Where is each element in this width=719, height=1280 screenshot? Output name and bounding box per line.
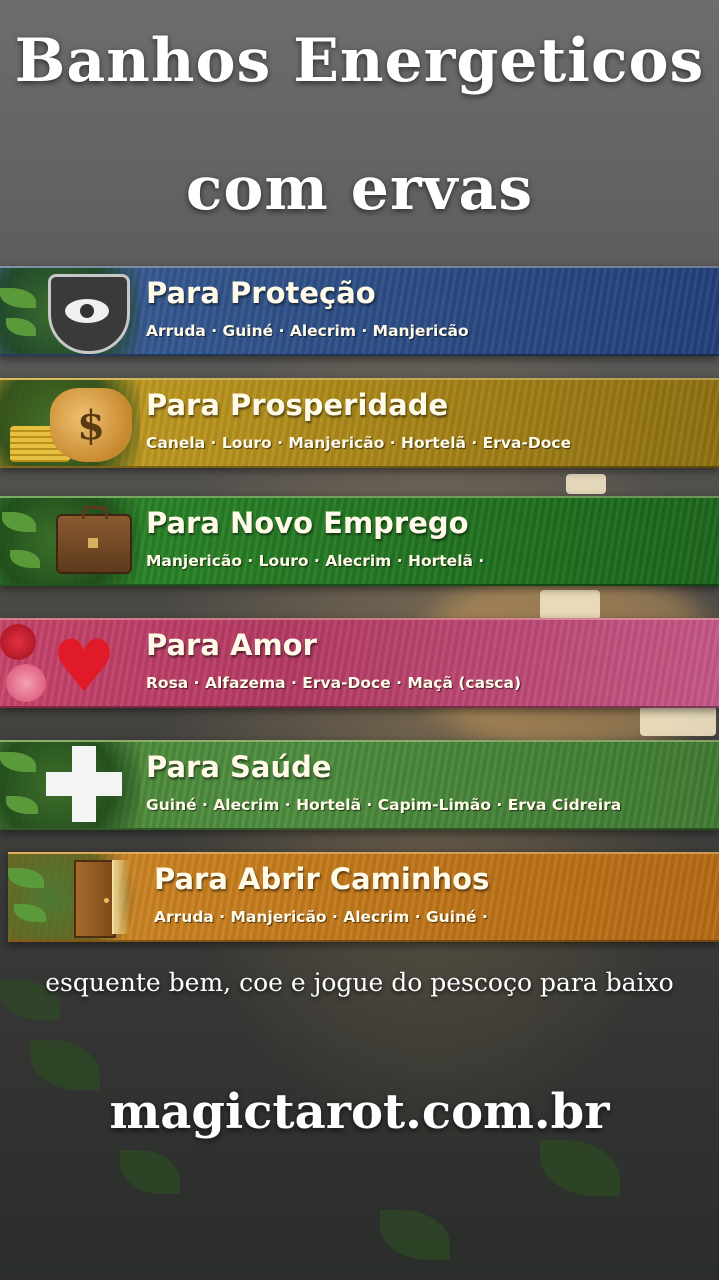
briefcase-icon [56,506,132,574]
banner-amor: ♥ Para Amor Rosa · Alfazema · Erva-Doce … [0,618,719,708]
rose-icon [0,624,36,660]
banner-saude: Para Saúde Guiné · Alecrim · Hortelã · C… [0,740,719,830]
banner-herbs: Canela · Louro · Manjericão · Hortelã · … [146,434,572,452]
banner-herbs: Arruda · Guiné · Alecrim · Manjericão [146,322,469,340]
page-title-line2: com ervas [185,154,534,224]
door-icon [74,860,116,938]
background-ivy-leaf [30,1040,100,1090]
door-light [112,860,130,934]
money-bag-icon: $ [50,388,132,462]
background-ivy-leaf [540,1140,620,1196]
background-candle [640,706,716,736]
banner-herbs: Arruda · Manjericão · Alecrim · Guiné · [154,908,488,926]
heart-icon: ♥ [51,624,117,708]
banner-novo-emprego: Para Novo Emprego Manjericão · Louro · A… [0,496,719,586]
banner-heading: Para Novo Emprego [146,506,469,540]
background-candle [540,590,600,620]
tagline: esquente bem, coe e jogue do pescoço par… [45,968,674,997]
shield-eye-icon [48,274,130,354]
banner-heading: Para Abrir Caminhos [154,862,490,896]
background-ivy-leaf [120,1150,180,1194]
banner-heading: Para Saúde [146,750,332,784]
banner-protecao: Para Proteção Arruda · Guiné · Alecrim ·… [0,266,719,356]
banner-herbs: Rosa · Alfazema · Erva-Doce · Maçã (casc… [146,674,522,692]
banner-heading: Para Prosperidade [146,388,449,422]
background-candle [566,474,606,494]
banner-herbs: Guiné · Alecrim · Hortelã · Capim-Limão … [146,796,622,814]
page-title-line1: Banhos Energeticos [14,26,705,96]
banner-heading: Para Proteção [146,276,376,310]
health-cross-icon [46,746,122,822]
website-url[interactable]: magictarot.com.br [0,1084,719,1140]
background-ivy-leaf [380,1210,450,1260]
banner-abrir-caminhos: Para Abrir Caminhos Arruda · Manjericão … [8,852,719,942]
rose-icon [6,664,46,702]
banner-prosperidade: $ Para Prosperidade Canela · Louro · Man… [0,378,719,468]
banner-herbs: Manjericão · Louro · Alecrim · Hortelã · [146,552,485,570]
banner-heading: Para Amor [146,628,317,662]
